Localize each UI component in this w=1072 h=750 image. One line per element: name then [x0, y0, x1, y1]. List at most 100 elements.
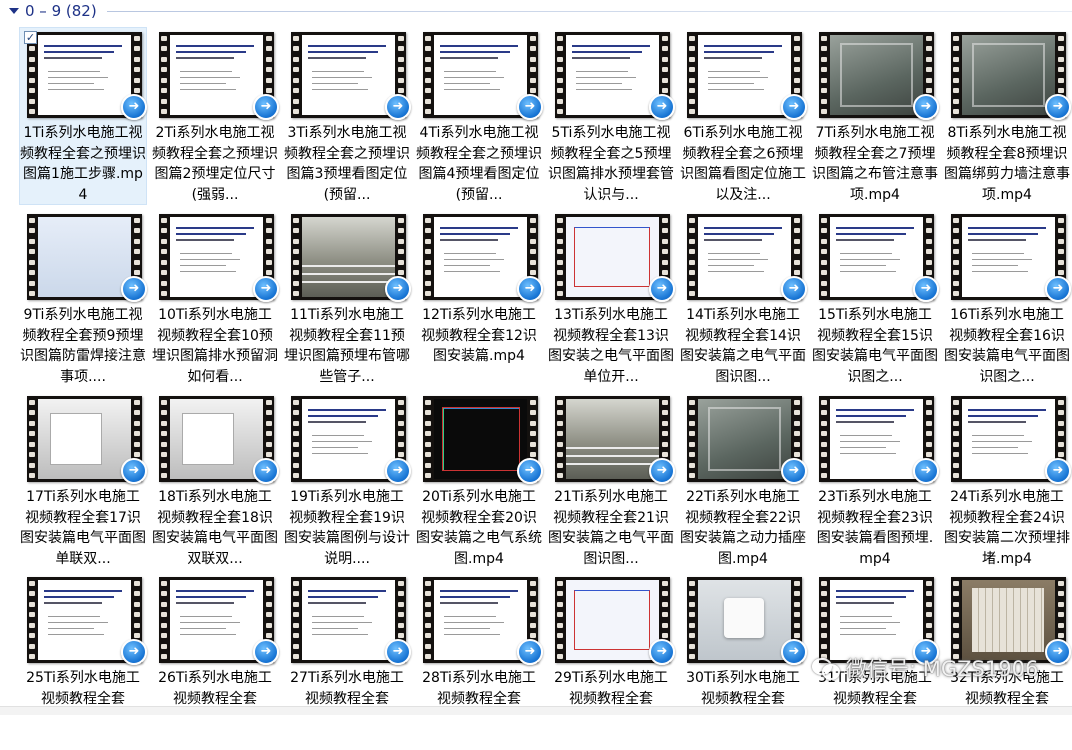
thumbnail-frame [302, 580, 395, 660]
file-item[interactable]: ➜ 27Ti系列水电施工视频教程全套 [283, 572, 411, 750]
file-item[interactable]: ➜ 15Ti系列水电施工视频教程全套15识图安装篇电气平面图识图之... [811, 209, 939, 387]
chevron-down-icon[interactable] [9, 8, 19, 14]
file-item[interactable]: ➜ 20Ti系列水电施工视频教程全套20识图安装篇之电气系统图.mp4 [415, 391, 543, 569]
file-item[interactable]: ➜ 26Ti系列水电施工视频教程全套 [151, 572, 279, 750]
film-perforation [424, 581, 432, 659]
file-name: 9Ti系列水电施工视频教程全套预9预埋识图篇防雷焊接注意事项.... [20, 307, 146, 385]
film-perforation [28, 218, 36, 296]
file-item[interactable]: ➜ 8Ti系列水电施工视频教程全套8预埋识图篇绑剪力墙注意事项.mp4 [943, 27, 1071, 205]
thumbnail-frame [38, 399, 131, 479]
film-perforation [952, 218, 960, 296]
film-perforation [556, 400, 564, 478]
file-item[interactable]: ➜ 17Ti系列水电施工视频教程全套17识图安装篇电气平面图单联双... [19, 391, 147, 569]
thumbnail-frame [170, 399, 263, 479]
play-overlay-icon: ➜ [781, 639, 807, 665]
file-name: 29Ti系列水电施工视频教程全套 [554, 670, 668, 707]
file-item[interactable]: ➜ 23Ti系列水电施工视频教程全套23识图安装篇看图预埋.mp4 [811, 391, 939, 569]
file-item[interactable]: ➜ 11Ti系列水电施工视频教程全套11预埋识图篇预埋布管哪些管子... [283, 209, 411, 387]
play-overlay-icon: ➜ [385, 94, 411, 120]
film-perforation [292, 400, 300, 478]
wechat-icon [812, 656, 840, 680]
file-name: 21Ti系列水电施工视频教程全套21识图安装篇之电气平面图识图... [548, 489, 674, 567]
file-name: 18Ti系列水电施工视频教程全套18识图安装篇电气平面图双联双... [152, 489, 278, 567]
play-overlay-icon: ➜ [385, 458, 411, 484]
file-name: 10Ti系列水电施工视频教程全套10预埋识图篇排水预留洞如何看... [152, 307, 278, 385]
thumbnail-frame [302, 35, 395, 115]
thumbnail-frame [302, 217, 395, 297]
file-name: 1Ti系列水电施工视频教程全套之预埋识图篇1施工步骤.mp4 [20, 125, 146, 203]
file-name: 23Ti系列水电施工视频教程全套23识图安装篇看图预埋.mp4 [816, 489, 934, 567]
play-overlay-icon: ➜ [121, 276, 147, 302]
thumbnail-frame [830, 217, 923, 297]
watermark-text: 微信号: MGZS1906 [846, 657, 1039, 681]
file-item[interactable]: ➜ 7Ti系列水电施工视频教程全套之7预埋识图篇之布管注意事项.mp4 [811, 27, 939, 205]
file-item[interactable]: ➜ ✓ 1Ti系列水电施工视频教程全套之预埋识图篇1施工步骤.mp4 [19, 27, 147, 205]
file-item[interactable]: ➜ 29Ti系列水电施工视频教程全套 [547, 572, 675, 750]
thumbnail-frame [38, 580, 131, 660]
film-perforation [160, 218, 168, 296]
play-overlay-icon: ➜ [649, 639, 675, 665]
file-item[interactable]: ➜ 5Ti系列水电施工视频教程全套之5预埋识图篇排水预埋套管认识与... [547, 27, 675, 205]
file-item[interactable]: ➜ 21Ti系列水电施工视频教程全套21识图安装篇之电气平面图识图... [547, 391, 675, 569]
thumbnail-frame [38, 217, 131, 297]
play-overlay-icon: ➜ [517, 276, 543, 302]
thumbnail-frame [170, 217, 263, 297]
file-item[interactable]: ➜ 3Ti系列水电施工视频教程全套之预埋识图篇3预埋看图定位 (预留... [283, 27, 411, 205]
file-item[interactable]: ➜ 25Ti系列水电施工视频教程全套 [19, 572, 147, 750]
file-item[interactable]: ➜ 19Ti系列水电施工视频教程全套19识图安装篇图例与设计说明.... [283, 391, 411, 569]
film-perforation [160, 36, 168, 114]
file-grid: ➜ ✓ 1Ti系列水电施工视频教程全套之预埋识图篇1施工步骤.mp4 ➜ 2Ti系列水电… [0, 0, 1072, 714]
thumbnail-frame [962, 580, 1055, 660]
file-item[interactable]: ➜ 2Ti系列水电施工视频教程全套之预埋识图篇2预埋定位尺寸(强弱... [151, 27, 279, 205]
checkmark-icon[interactable]: ✓ [24, 31, 37, 44]
thumbnail-frame [302, 399, 395, 479]
file-item[interactable]: ➜ 16Ti系列水电施工视频教程全套16识图安装篇电气平面图识图之... [943, 209, 1071, 387]
file-item[interactable]: ➜ 13Ti系列水电施工视频教程全套13识图安装之电气平面图单位开... [547, 209, 675, 387]
film-perforation [424, 400, 432, 478]
file-item[interactable]: ➜ 30Ti系列水电施工视频教程全套 [679, 572, 807, 750]
film-perforation [160, 400, 168, 478]
play-overlay-icon: ➜ [121, 458, 147, 484]
thumbnail-frame [566, 580, 659, 660]
file-name: 11Ti系列水电施工视频教程全套11预埋识图篇预埋布管哪些管子... [284, 307, 410, 385]
film-perforation [688, 36, 696, 114]
play-overlay-icon: ➜ [253, 276, 279, 302]
file-item[interactable]: ➜ 12Ti系列水电施工视频教程全套12识图安装篇.mp4 [415, 209, 543, 387]
file-item[interactable]: ➜ 6Ti系列水电施工视频教程全套之6预埋识图篇看图定位施工以及注... [679, 27, 807, 205]
thumbnail-frame [830, 35, 923, 115]
thumbnail-frame [698, 399, 791, 479]
play-overlay-icon: ➜ [781, 94, 807, 120]
file-item[interactable]: ➜ 18Ti系列水电施工视频教程全套18识图安装篇电气平面图双联双... [151, 391, 279, 569]
thumbnail-frame [962, 399, 1055, 479]
file-item[interactable]: ➜ 9Ti系列水电施工视频教程全套预9预埋识图篇防雷焊接注意事项.... [19, 209, 147, 387]
file-name: 14Ti系列水电施工视频教程全套14识图安装篇之电气平面图识图... [680, 307, 806, 385]
file-item[interactable]: ➜ 14Ti系列水电施工视频教程全套14识图安装篇之电气平面图识图... [679, 209, 807, 387]
file-item[interactable]: ➜ 28Ti系列水电施工视频教程全套 [415, 572, 543, 750]
play-overlay-icon: ➜ [781, 276, 807, 302]
group-title[interactable]: 0 – 9 (82) [25, 2, 97, 20]
film-perforation [556, 218, 564, 296]
group-divider [106, 10, 1072, 12]
thumbnail-frame [38, 35, 131, 115]
thumbnail-frame [566, 35, 659, 115]
group-header[interactable]: 0 – 9 (82) [0, 0, 1072, 22]
file-item[interactable]: ➜ 4Ti系列水电施工视频教程全套之预埋识图篇4预埋看图定位 (预留... [415, 27, 543, 205]
film-perforation [292, 581, 300, 659]
film-perforation [820, 400, 828, 478]
thumbnail-frame [962, 35, 1055, 115]
thumbnail-frame [434, 217, 527, 297]
play-overlay-icon: ➜ [913, 276, 939, 302]
file-name: 22Ti系列水电施工视频教程全套22识图安装篇之动力插座图.mp4 [680, 489, 806, 567]
file-item[interactable]: ➜ 22Ti系列水电施工视频教程全套22识图安装篇之动力插座图.mp4 [679, 391, 807, 569]
file-item[interactable]: ➜ 24Ti系列水电施工视频教程全套24识图安装篇二次预埋排堵.mp4 [943, 391, 1071, 569]
play-overlay-icon: ➜ [517, 94, 543, 120]
film-perforation [688, 218, 696, 296]
file-name: 19Ti系列水电施工视频教程全套19识图安装篇图例与设计说明.... [284, 489, 410, 567]
film-perforation [820, 218, 828, 296]
file-item[interactable]: ➜ 10Ti系列水电施工视频教程全套10预埋识图篇排水预留洞如何看... [151, 209, 279, 387]
film-perforation [952, 581, 960, 659]
play-overlay-icon: ➜ [385, 276, 411, 302]
film-perforation [292, 36, 300, 114]
thumbnail-frame [698, 35, 791, 115]
file-name: 4Ti系列水电施工视频教程全套之预埋识图篇4预埋看图定位 (预留... [416, 125, 542, 203]
